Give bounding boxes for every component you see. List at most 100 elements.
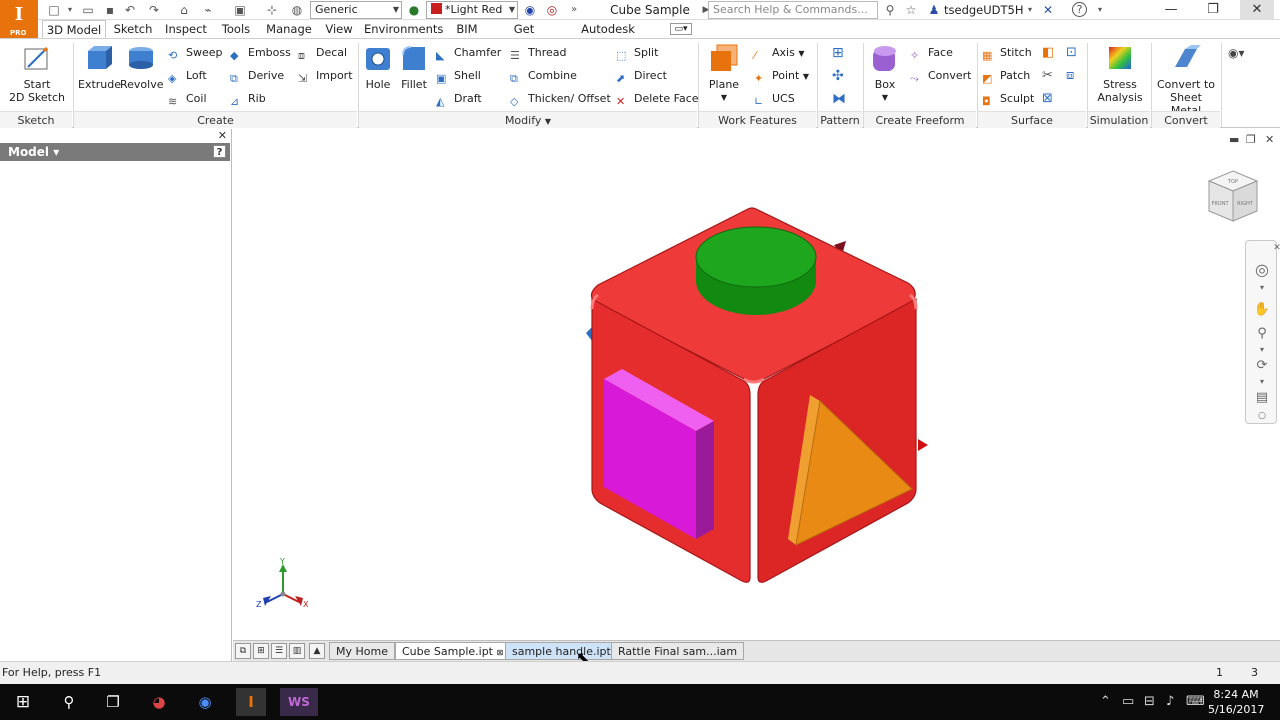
ribbon-options-icon[interactable]: ◉▾ bbox=[1228, 44, 1245, 62]
rib-button[interactable]: ⊿ Rib bbox=[230, 90, 266, 108]
viewcube[interactable]: TOP FRONT RIGHT bbox=[1203, 167, 1263, 229]
extend-icon[interactable]: ⊡ bbox=[1066, 44, 1077, 62]
restore-icon[interactable]: ❐ bbox=[1246, 133, 1256, 146]
close-icon[interactable]: ⊠ bbox=[497, 648, 504, 657]
thicken-offset-button[interactable]: ◇ Thicken/ Offset bbox=[510, 90, 611, 108]
modify-panel-label[interactable]: Modify ▼ bbox=[359, 111, 697, 128]
graphics-viewport[interactable]: ▬ ❐ ✕ TOP FRONT RIGHT Y X Z bbox=[233, 129, 1280, 640]
box-button[interactable]: Box ▼ bbox=[866, 43, 904, 104]
help-icon[interactable]: ? bbox=[1072, 2, 1087, 17]
face-button[interactable]: ✧ Face bbox=[910, 44, 953, 62]
stress-analysis-button[interactable]: Stress Analysis bbox=[1092, 43, 1148, 104]
show-hidden-icons-icon[interactable]: ⌃ bbox=[1100, 694, 1111, 709]
tile-horizontal-icon[interactable]: ☰ bbox=[271, 643, 287, 659]
inventor-taskbar-icon[interactable]: I bbox=[236, 688, 266, 716]
new-file-icon[interactable]: □ bbox=[46, 2, 62, 18]
patch-button[interactable]: ◩ Patch bbox=[982, 67, 1030, 85]
trim-icon[interactable]: ✂ bbox=[1042, 67, 1053, 85]
clear-appearance-icon[interactable]: ◎ bbox=[544, 2, 560, 18]
chamfer-button[interactable]: ◣ Chamfer bbox=[436, 44, 501, 62]
stitch-button[interactable]: ▦ Stitch bbox=[982, 44, 1032, 62]
viewcube-front-label[interactable]: FRONT bbox=[1211, 201, 1229, 207]
tab-inspect[interactable]: Inspect bbox=[164, 20, 208, 38]
help-dropdown-icon[interactable]: ▾ bbox=[1092, 2, 1108, 18]
mirror-icon[interactable]: ⧓ bbox=[832, 90, 846, 108]
coil-button[interactable]: ≋ Coil bbox=[168, 90, 207, 108]
doc-tab-my-home[interactable]: My Home bbox=[329, 642, 395, 660]
close-icon[interactable]: ✕ bbox=[218, 129, 227, 142]
convert-to-sheet-metal-button[interactable]: Convert to Sheet Metal bbox=[1154, 43, 1218, 117]
new-dropdown-icon[interactable]: ▾ bbox=[62, 2, 78, 18]
tab-environments[interactable]: Environments bbox=[364, 20, 443, 38]
emboss-button[interactable]: ◆ Emboss bbox=[230, 44, 291, 62]
steering-wheel-icon[interactable]: ◎ bbox=[1253, 261, 1271, 279]
task-view-icon[interactable]: ❐ bbox=[98, 688, 128, 716]
doc-tab-sample-handle[interactable]: sample handle.ipt bbox=[505, 642, 618, 660]
volume-icon[interactable]: ♪ bbox=[1166, 694, 1174, 709]
start-2d-sketch-button[interactable]: Start 2D Sketch bbox=[6, 43, 68, 104]
look-at-icon[interactable]: ▤ bbox=[1253, 389, 1271, 407]
thread-button[interactable]: ☰ Thread bbox=[510, 44, 566, 62]
search-icon[interactable]: ⚲ bbox=[54, 688, 84, 716]
split-button[interactable]: ⬚ Split bbox=[616, 44, 658, 62]
cube-model[interactable] bbox=[578, 199, 938, 589]
appearance-select[interactable]: *Light Red ▼ bbox=[426, 1, 518, 19]
windows-start-icon[interactable]: ⊞ bbox=[8, 688, 38, 716]
delete-face-button[interactable]: ✕ Delete Face bbox=[616, 90, 699, 108]
doc-tab-rattle-final[interactable]: Rattle Final sam...iam bbox=[611, 642, 745, 660]
taskbar-clock[interactable]: 8:24 AM 5/16/2017 bbox=[1208, 687, 1264, 717]
tile-vertical-icon[interactable]: ▥ bbox=[289, 643, 305, 659]
favorites-star-icon[interactable]: ☆ bbox=[903, 2, 919, 18]
search-icon[interactable]: ⚲ bbox=[882, 2, 898, 18]
repair-icon[interactable]: ⊠ bbox=[1042, 90, 1053, 108]
sculpt-button[interactable]: ◘ Sculpt bbox=[982, 90, 1034, 108]
help-search-input[interactable]: Search Help & Commands... bbox=[708, 1, 878, 19]
open-icon[interactable]: ▭ bbox=[80, 2, 96, 18]
options-icon[interactable]: ○ bbox=[1253, 407, 1271, 425]
minimize-icon[interactable]: ▬ bbox=[1229, 133, 1239, 146]
return-icon[interactable]: ⌁ bbox=[200, 2, 216, 18]
user-dropdown-icon[interactable]: ▾ bbox=[1022, 2, 1038, 18]
undo-icon[interactable]: ↶ bbox=[122, 2, 138, 18]
chrome-icon[interactable]: ◉ bbox=[190, 688, 220, 716]
adjust-icon[interactable]: ◉ bbox=[522, 2, 538, 18]
decal-button[interactable]: ⧈ Decal bbox=[298, 44, 347, 62]
import-button[interactable]: ⇲ Import bbox=[298, 67, 353, 85]
close-icon[interactable]: ✕ bbox=[1265, 133, 1274, 146]
model-browser-header[interactable]: Model ▾ ? bbox=[0, 143, 230, 161]
keyboard-icon[interactable]: ⌨ bbox=[1186, 694, 1205, 709]
user-name[interactable]: tsedgeUDT5H bbox=[944, 3, 1024, 17]
restore-icon[interactable]: ❐ bbox=[1196, 0, 1230, 20]
hole-button[interactable]: Hole bbox=[362, 43, 394, 91]
update-icon[interactable]: ▣ bbox=[232, 2, 248, 18]
tab-bim[interactable]: BIM bbox=[452, 20, 482, 38]
axis-button[interactable]: ⁄ Axis ▼ bbox=[754, 44, 804, 62]
tab-autodesk-a360[interactable]: Autodesk A360 bbox=[566, 20, 650, 54]
draft-button[interactable]: ◭ Draft bbox=[436, 90, 482, 108]
material-globe-icon[interactable]: ◍ bbox=[289, 2, 305, 18]
circular-pattern-icon[interactable]: ✣ bbox=[832, 67, 844, 85]
select-icon[interactable]: ⊹ bbox=[264, 2, 280, 18]
tab-manage[interactable]: Manage bbox=[264, 20, 314, 38]
tab-3d-model[interactable]: 3D Model bbox=[42, 20, 106, 38]
cascade-windows-icon[interactable]: ⧉ bbox=[235, 643, 251, 659]
fillet-button[interactable]: Fillet bbox=[398, 43, 430, 91]
tab-tools[interactable]: Tools bbox=[218, 20, 254, 38]
overflow-icon[interactable]: » bbox=[566, 2, 582, 18]
ws-app-icon[interactable]: WS bbox=[280, 688, 318, 716]
open-documents-menu-icon[interactable]: ▲ bbox=[309, 643, 325, 659]
ucs-button[interactable]: ∟ UCS bbox=[754, 90, 795, 108]
user-icon[interactable]: ♟ bbox=[926, 2, 942, 18]
minimize-icon[interactable]: — bbox=[1154, 0, 1188, 20]
appearance-globe-icon[interactable]: ● bbox=[406, 2, 422, 18]
sweep-button[interactable]: ⟲ Sweep bbox=[168, 44, 223, 62]
save-icon[interactable]: ▪ bbox=[102, 2, 118, 18]
inventor-logo[interactable]: I PRO bbox=[0, 0, 38, 38]
direct-button[interactable]: ⬈ Direct bbox=[616, 67, 667, 85]
replace-face-icon[interactable]: ⧈ bbox=[1066, 67, 1074, 85]
plane-button[interactable]: Plane ▼ bbox=[704, 43, 744, 104]
rectangular-pattern-icon[interactable]: ⊞ bbox=[832, 44, 844, 62]
viewcube-top-label[interactable]: TOP bbox=[1227, 179, 1238, 185]
combine-button[interactable]: ⧉ Combine bbox=[510, 67, 577, 85]
derive-button[interactable]: ⧉ Derive bbox=[230, 67, 284, 85]
